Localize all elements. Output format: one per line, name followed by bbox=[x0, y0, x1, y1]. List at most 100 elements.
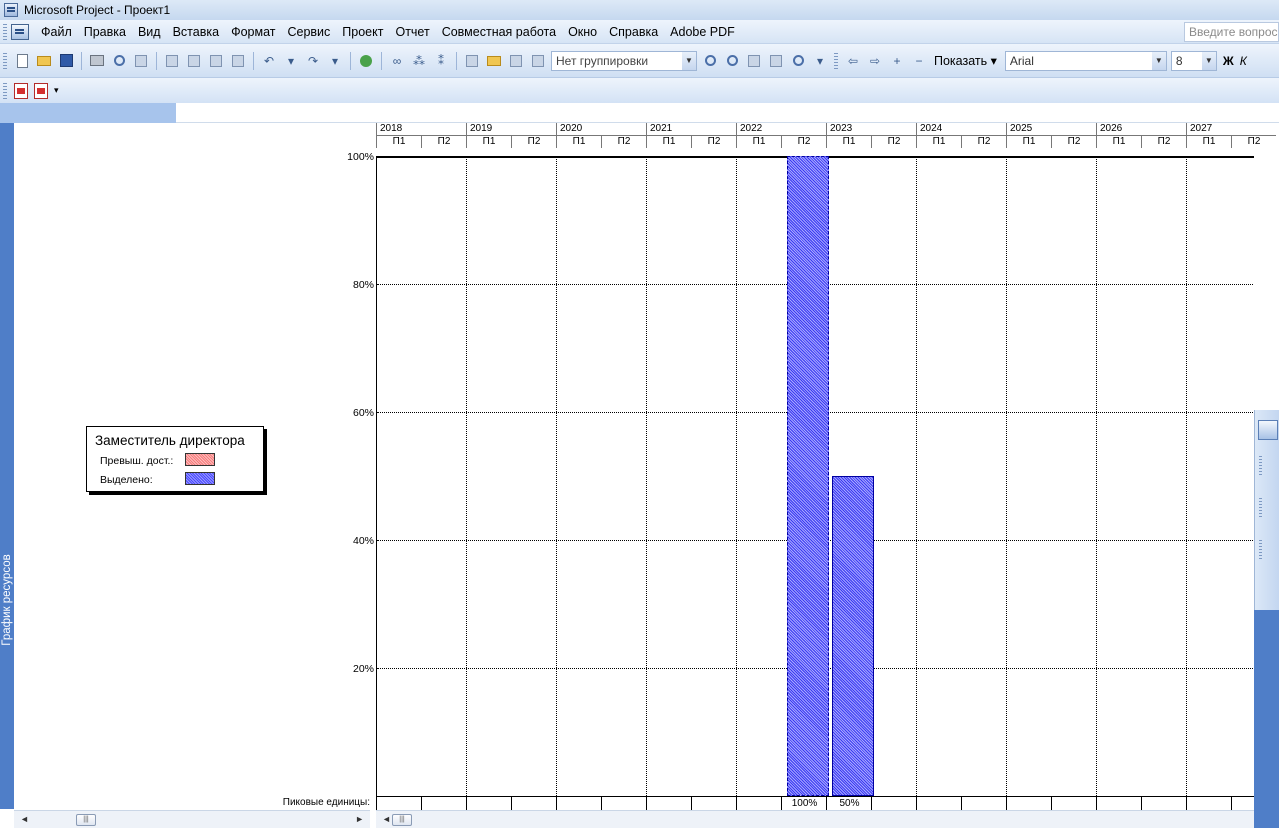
save-button[interactable] bbox=[57, 52, 75, 70]
link-icon: ∞ bbox=[392, 53, 402, 68]
copy-button[interactable] bbox=[185, 52, 203, 70]
menu-collaborate[interactable]: Совместная работа bbox=[436, 25, 562, 39]
legend: Заместитель директора Превыш. дост.: Выд… bbox=[86, 426, 264, 492]
minus-icon: − bbox=[915, 53, 923, 68]
grouping-select[interactable]: Нет группировки ▼ bbox=[551, 50, 697, 71]
toolbar-separator bbox=[381, 51, 382, 70]
view-bar[interactable]: График ресурсов bbox=[0, 123, 14, 809]
timescale[interactable]: 2018 П1 П2 2019 П1 П2 2020 П1 П2 2021 П1 П2 2022 П1 П2… bbox=[376, 123, 1279, 156]
cut-button[interactable] bbox=[163, 52, 181, 70]
chevron-down-icon[interactable]: ▾ bbox=[54, 85, 59, 96]
year-gridline bbox=[1096, 156, 1097, 796]
peak-cell-divider bbox=[1096, 797, 1097, 811]
menu-edit[interactable]: Правка bbox=[78, 25, 132, 39]
new-button[interactable] bbox=[13, 52, 31, 70]
scroll-right-icon[interactable]: ► bbox=[355, 814, 364, 824]
zoom-in-icon bbox=[704, 55, 716, 66]
show-dropdown-button[interactable]: Показать ▾ bbox=[930, 53, 1001, 68]
chevron-down-icon[interactable]: ▼ bbox=[1201, 51, 1216, 70]
task-info-button[interactable] bbox=[463, 52, 481, 70]
print-preview-button[interactable] bbox=[110, 52, 128, 70]
font-value: Arial bbox=[1009, 53, 1034, 68]
copy-picture-button[interactable] bbox=[767, 52, 785, 70]
indent-button[interactable]: ⇨ bbox=[866, 52, 884, 70]
menu-adobe-pdf[interactable]: Adobe PDF bbox=[664, 25, 741, 39]
toolbar-grip-icon[interactable] bbox=[3, 52, 7, 69]
scrollbar-thumb[interactable]: ||| bbox=[76, 814, 96, 826]
timescale-half: П2 bbox=[601, 135, 646, 148]
timescale-half: П1 bbox=[376, 135, 421, 148]
menu-insert[interactable]: Вставка bbox=[167, 25, 225, 39]
publish-button[interactable] bbox=[529, 52, 547, 70]
menu-report[interactable]: Отчет bbox=[389, 25, 435, 39]
ask-question-input[interactable]: Введите вопрос bbox=[1184, 22, 1279, 42]
help-button[interactable] bbox=[789, 52, 807, 70]
open-button[interactable] bbox=[35, 52, 53, 70]
timescale-half: П1 bbox=[1006, 135, 1051, 148]
document-icon[interactable] bbox=[11, 23, 29, 40]
peak-cell-divider bbox=[646, 797, 647, 811]
bold-button[interactable]: Ж bbox=[1223, 54, 1234, 68]
link-tasks-button[interactable]: ∞ bbox=[388, 52, 406, 70]
convert-to-pdf-icon[interactable] bbox=[14, 82, 28, 99]
toolbar-separator bbox=[253, 51, 254, 70]
allocation-bar[interactable] bbox=[787, 156, 829, 796]
year-gridline bbox=[736, 156, 737, 796]
floating-panel-header bbox=[1254, 410, 1279, 610]
convert-and-email-pdf-icon[interactable] bbox=[34, 82, 48, 99]
hide-subtasks-button[interactable]: − bbox=[910, 52, 928, 70]
project-app-icon[interactable] bbox=[1258, 420, 1278, 440]
task-notes-button[interactable] bbox=[485, 52, 503, 70]
timescale-half: П2 bbox=[1051, 135, 1096, 148]
print-button[interactable] bbox=[88, 52, 106, 70]
menu-grip-icon[interactable] bbox=[3, 23, 7, 40]
undo-button[interactable]: ↶ bbox=[260, 52, 278, 70]
toolbar-options-button[interactable]: ▾ bbox=[811, 52, 829, 70]
outdent-icon: ⇦ bbox=[847, 53, 859, 68]
toolbar-grip-icon[interactable] bbox=[834, 52, 838, 69]
zoom-in-button[interactable] bbox=[701, 52, 719, 70]
toolbar-grip-icon[interactable] bbox=[1259, 540, 1262, 560]
paste-button[interactable] bbox=[207, 52, 225, 70]
zoom-out-button[interactable] bbox=[723, 52, 741, 70]
show-label: Показать bbox=[934, 54, 988, 68]
menu-view[interactable]: Вид bbox=[132, 25, 167, 39]
left-horizontal-scrollbar[interactable]: ◄ ||| ► bbox=[14, 810, 370, 828]
font-size-select[interactable]: 8 ▼ bbox=[1170, 50, 1217, 71]
menu-window[interactable]: Окно bbox=[562, 25, 603, 39]
toolbar-grip-icon[interactable] bbox=[1259, 498, 1262, 518]
show-subtasks-button[interactable]: + bbox=[888, 52, 906, 70]
chart-horizontal-scrollbar[interactable]: ◄ ||| bbox=[376, 810, 1254, 828]
timescale-half: П1 bbox=[646, 135, 691, 148]
save-disk-icon bbox=[59, 54, 73, 67]
scrollbar-thumb[interactable]: ||| bbox=[392, 814, 412, 826]
undo-dropdown[interactable]: ▾ bbox=[282, 52, 300, 70]
goto-task-icon bbox=[748, 54, 760, 67]
toolbar-grip-icon[interactable] bbox=[1259, 456, 1262, 476]
peak-units-label: Пиковые единицы: bbox=[282, 797, 370, 808]
spelling-button[interactable] bbox=[132, 52, 150, 70]
entry-bar[interactable] bbox=[0, 103, 1279, 123]
toolbar-grip-icon[interactable] bbox=[3, 82, 7, 99]
floating-toolbar-panel bbox=[1254, 410, 1279, 828]
chevron-down-icon[interactable]: ▼ bbox=[682, 51, 696, 70]
font-select[interactable]: Arial ▼ bbox=[1004, 50, 1167, 71]
scroll-left-icon[interactable]: ◄ bbox=[20, 814, 29, 824]
italic-button[interactable]: К bbox=[1240, 54, 1247, 68]
chevron-down-icon[interactable]: ▼ bbox=[1151, 51, 1166, 70]
scroll-left-icon[interactable]: ◄ bbox=[382, 814, 391, 824]
menu-help[interactable]: Справка bbox=[603, 25, 664, 39]
menu-format[interactable]: Формат bbox=[225, 25, 281, 39]
standard-toolbar: ↶ ▾ ↷ ▾ ∞ ⁂ ⁑ Нет группировки ▼ ▾ ⇦ ⇨ + … bbox=[0, 44, 1279, 78]
peak-cell-divider bbox=[511, 797, 512, 811]
new-document-icon bbox=[16, 53, 28, 68]
assign-resources-button[interactable] bbox=[507, 52, 525, 70]
goto-task-button[interactable] bbox=[745, 52, 763, 70]
menu-file[interactable]: Файл bbox=[35, 25, 78, 39]
indent-icon: ⇨ bbox=[869, 53, 881, 68]
split-task-button[interactable]: ⁑ bbox=[432, 52, 450, 70]
allocation-bar[interactable] bbox=[832, 476, 874, 796]
outdent-button[interactable]: ⇦ bbox=[844, 52, 862, 70]
unlink-tasks-button[interactable]: ⁂ bbox=[410, 52, 428, 70]
format-painter-button[interactable] bbox=[229, 52, 247, 70]
